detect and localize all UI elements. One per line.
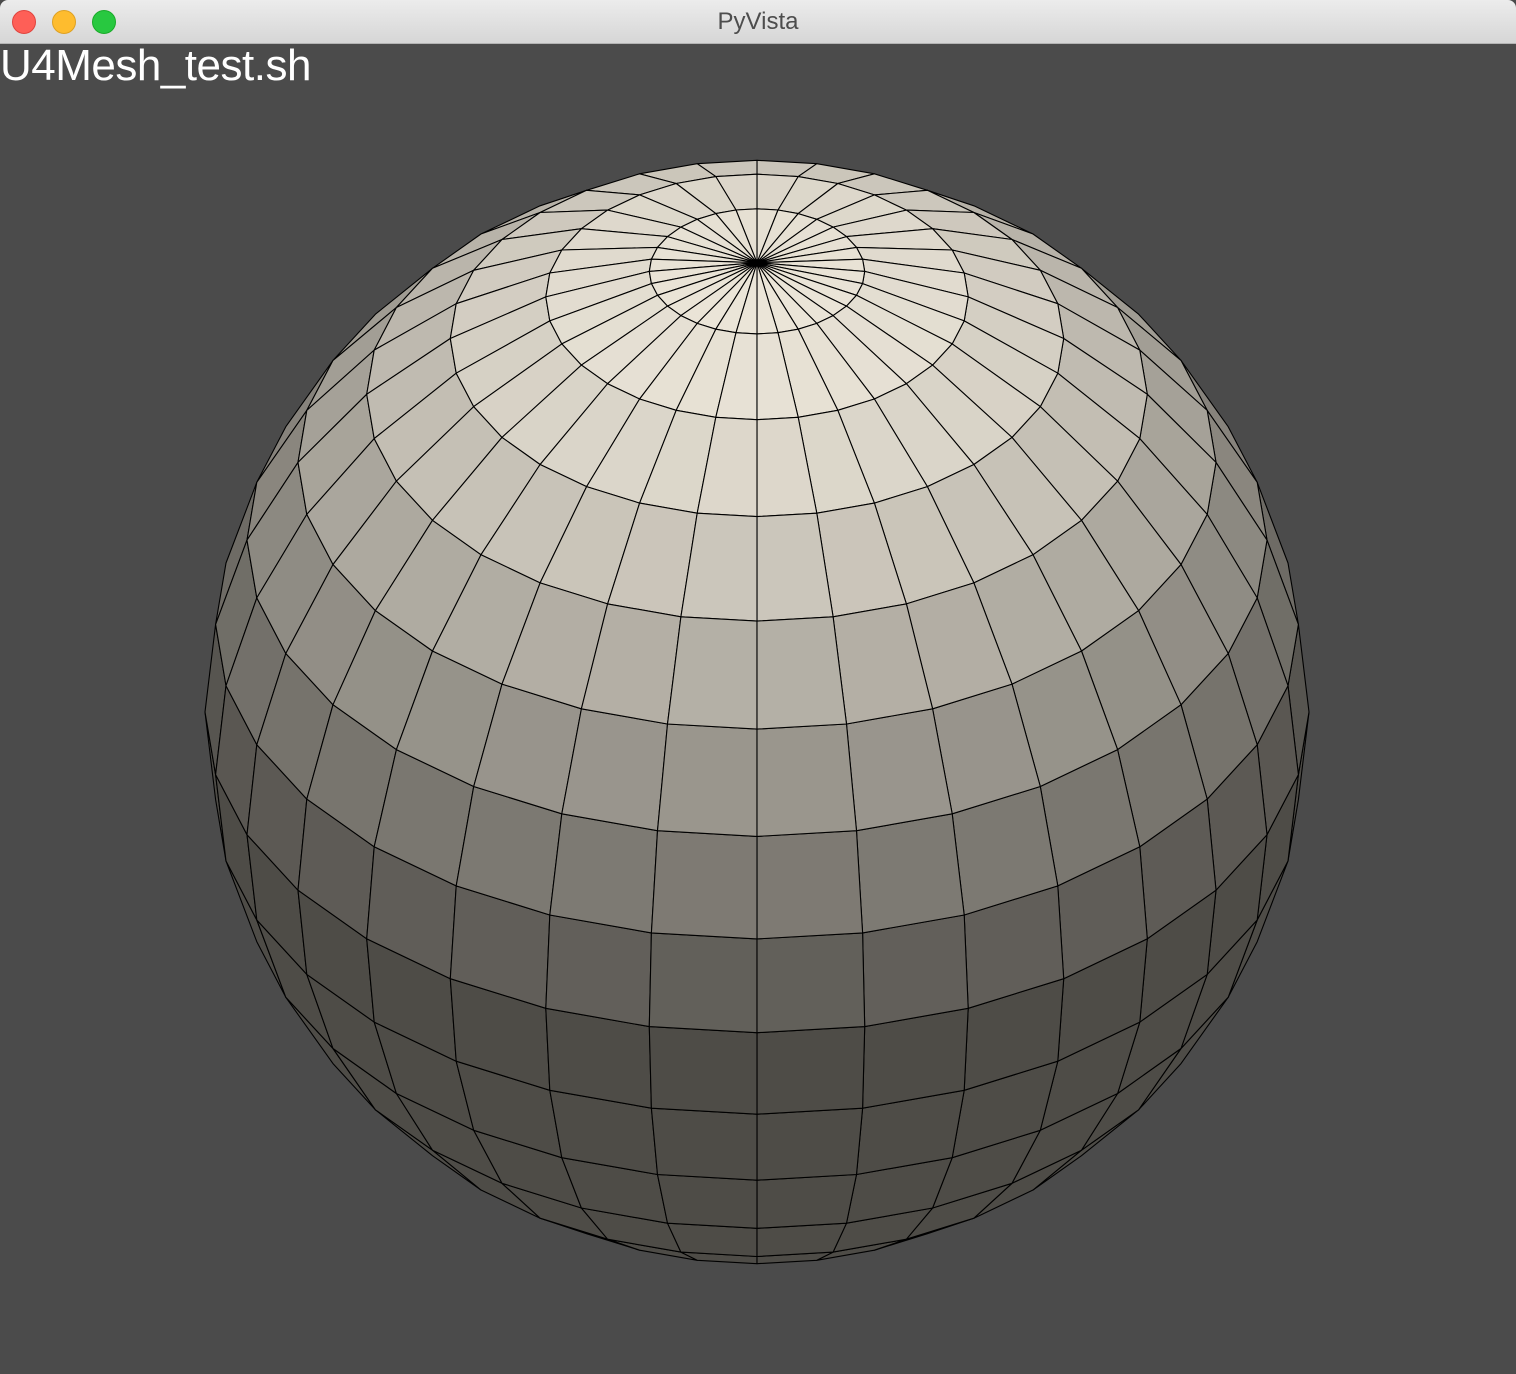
mesh-face xyxy=(845,708,953,832)
render-viewport[interactable]: U4Mesh_test.sh xyxy=(0,44,1516,1374)
mesh-face xyxy=(756,1222,848,1258)
mesh-face xyxy=(648,1026,758,1115)
pyvista-window: PyVista U4Mesh_test.sh xyxy=(0,0,1516,1374)
mesh-face xyxy=(756,1107,864,1181)
mesh-face xyxy=(855,813,965,934)
mesh-face xyxy=(756,723,858,837)
title-bar[interactable]: PyVista xyxy=(0,0,1516,44)
mesh-face xyxy=(549,813,659,934)
mesh-face xyxy=(650,1107,758,1181)
mesh-face xyxy=(656,723,758,837)
mesh-face xyxy=(545,914,652,1028)
mesh-face xyxy=(650,830,758,940)
mesh-face xyxy=(666,616,758,730)
mesh-face xyxy=(656,1173,758,1229)
mesh-face xyxy=(648,932,758,1034)
mesh-face xyxy=(561,708,669,832)
mesh-face xyxy=(756,830,864,940)
mesh-face xyxy=(756,1173,858,1229)
sphere-mesh[interactable] xyxy=(0,44,1516,1374)
mesh-face xyxy=(756,932,866,1034)
mesh-face xyxy=(666,1222,758,1258)
mesh-face xyxy=(862,914,969,1028)
window-title: PyVista xyxy=(717,8,799,35)
mesh-face xyxy=(756,1026,866,1115)
mesh-face xyxy=(756,616,848,730)
